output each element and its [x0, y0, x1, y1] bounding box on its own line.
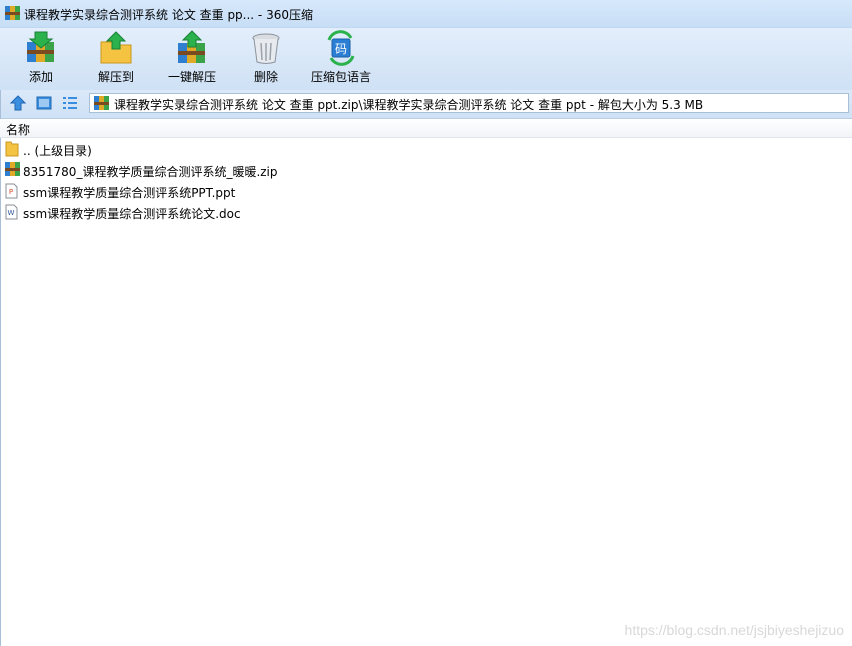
list-item-parent-dir[interactable]: .. (上级目录): [0, 139, 852, 160]
app-window: 课程教学实录综合测评系统 论文 查重 pp... - 360压缩 添加 解压到: [0, 0, 852, 646]
add-button[interactable]: 添加: [18, 28, 64, 90]
extract-to-label: 解压到: [97, 70, 134, 84]
list-item-name: ssm课程教学质量综合测评系统论文.doc: [23, 207, 241, 221]
toolbar: 添加 解压到 一键解压 删除 码 压缩包语言: [0, 28, 852, 90]
ppt-file-icon: P: [5, 183, 18, 199]
add-button-label: 添加: [28, 70, 53, 84]
address-path: 课程教学实录综合测评系统 论文 查重 ppt.zip\课程教学实录综合测评系统 …: [114, 98, 704, 112]
archive-encoding-button[interactable]: 码 压缩包语言: [306, 28, 376, 90]
list-item-ppt[interactable]: P ssm课程教学质量综合测评系统PPT.ppt: [0, 181, 852, 202]
zip-archive-icon: [94, 96, 109, 110]
thumbnail-view-icon[interactable]: [35, 94, 53, 112]
navigation-bar: 课程教学实录综合测评系统 论文 查重 ppt.zip\课程教学实录综合测评系统 …: [0, 90, 852, 119]
app-icon: [5, 6, 20, 20]
svg-text:P: P: [9, 188, 13, 196]
doc-file-icon: W: [5, 204, 18, 220]
column-header: 名称: [0, 119, 852, 138]
archive-encoding-label: 压缩包语言: [310, 70, 371, 84]
svg-text:码: 码: [335, 42, 347, 56]
up-arrow-icon[interactable]: [9, 94, 27, 112]
title-bar: 课程教学实录综合测评系统 论文 查重 pp... - 360压缩: [0, 0, 852, 28]
address-bar[interactable]: 课程教学实录综合测评系统 论文 查重 ppt.zip\课程教学实录综合测评系统 …: [89, 93, 849, 113]
file-list: .. (上级目录) 8351780_课程教学质量综合测评系统_暖暖.zip P …: [0, 139, 852, 223]
window-title: 课程教学实录综合测评系统 论文 查重 pp... - 360压缩: [24, 8, 313, 22]
watermark: https://blog.csdn.net/jsjbiyeshejizuo: [624, 622, 844, 638]
archive-encoding-icon: 码: [327, 30, 355, 66]
list-view-icon[interactable]: [61, 94, 79, 112]
svg-text:W: W: [8, 209, 15, 217]
trash-icon: [252, 33, 280, 64]
list-item-doc[interactable]: W ssm课程教学质量综合测评系统论文.doc: [0, 202, 852, 223]
zip-archive-icon: [5, 162, 20, 176]
list-item-name: 8351780_课程教学质量综合测评系统_暖暖.zip: [23, 165, 278, 179]
list-item-name: .. (上级目录): [23, 144, 92, 158]
delete-button[interactable]: 删除: [243, 28, 289, 90]
column-header-name[interactable]: 名称: [6, 121, 30, 138]
extract-to-button[interactable]: 解压到: [93, 28, 139, 90]
list-item-name: ssm课程教学质量综合测评系统PPT.ppt: [23, 186, 236, 200]
list-item-zip[interactable]: 8351780_课程教学质量综合测评系统_暖暖.zip: [0, 160, 852, 181]
add-archive-icon: [27, 31, 54, 62]
one-click-extract-label: 一键解压: [167, 70, 216, 84]
folder-icon: [5, 141, 19, 157]
one-click-extract-icon: [178, 30, 205, 63]
extract-to-icon: [100, 31, 132, 64]
one-click-extract-button[interactable]: 一键解压: [164, 28, 220, 90]
delete-label: 删除: [253, 70, 278, 84]
